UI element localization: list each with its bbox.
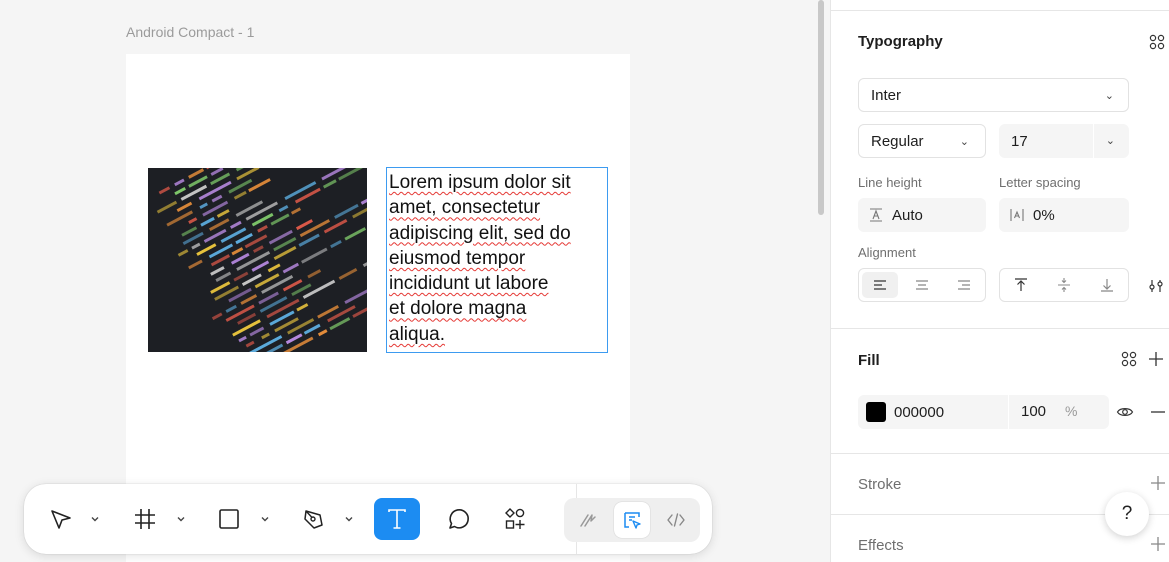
- effects-title: Effects: [858, 537, 904, 554]
- fill-title: Fill: [858, 352, 880, 369]
- type-settings-icon[interactable]: [1145, 275, 1167, 297]
- code-image[interactable]: [148, 168, 367, 352]
- comment-tool-button[interactable]: [442, 498, 476, 540]
- text-line: amet, consectetur: [389, 197, 541, 219]
- font-style-value: Regular: [871, 132, 924, 150]
- align-bottom-icon: [1101, 279, 1113, 292]
- comment-bubble-icon: [449, 509, 469, 529]
- dev-mode-button[interactable]: [658, 502, 694, 538]
- canvas[interactable]: Android Compact - 1 Lorem ipsum dolor si…: [0, 0, 830, 562]
- line-height-icon: [870, 208, 882, 222]
- align-center-button[interactable]: [904, 272, 940, 298]
- align-middle-icon: [1058, 278, 1070, 292]
- code-brackets-icon: [667, 513, 685, 527]
- align-left-button[interactable]: [862, 272, 898, 298]
- letter-spacing-field[interactable]: 0%: [999, 198, 1129, 232]
- line-height-label: Line height: [858, 175, 922, 190]
- eye-visibility-icon[interactable]: [1114, 401, 1136, 423]
- move-tool-button[interactable]: [44, 498, 78, 540]
- font-family-value: Inter: [871, 86, 902, 104]
- text-line: Lorem ipsum dolor sit: [389, 172, 571, 193]
- cursor-icon: [51, 510, 71, 529]
- pen-icon: [304, 510, 323, 529]
- chevron-down-icon: ⌄: [959, 136, 969, 148]
- chevron-down-icon[interactable]: [176, 514, 186, 524]
- design-mode-button[interactable]: [614, 502, 650, 538]
- pen-tool-button[interactable]: [296, 498, 330, 540]
- design-mode-icon: [624, 512, 641, 529]
- selected-text-layer[interactable]: Lorem ipsum dolor sit amet, consectetur …: [386, 167, 608, 353]
- align-center-icon: [916, 280, 928, 290]
- font-size-field[interactable]: 17 ⌄: [999, 124, 1129, 158]
- fill-opacity-value[interactable]: 100: [1021, 403, 1046, 420]
- chevron-down-icon[interactable]: [90, 514, 100, 524]
- add-fill-plus-icon[interactable]: [1145, 348, 1167, 370]
- line-height-value: Auto: [892, 206, 923, 224]
- align-top-icon: [1015, 278, 1027, 291]
- field-divider: [1093, 124, 1094, 158]
- text-line: et dolore magna: [389, 298, 527, 320]
- code-image-graphic: [148, 168, 367, 352]
- align-middle-button[interactable]: [1046, 272, 1082, 298]
- section-divider: [831, 328, 1169, 329]
- horizontal-align-group: [858, 268, 986, 302]
- align-bottom-button[interactable]: [1089, 272, 1125, 298]
- scribble-icon: [580, 514, 596, 527]
- opacity-unit: %: [1065, 403, 1078, 419]
- bottom-toolbar: [24, 484, 712, 554]
- draw-mode-button[interactable]: [570, 502, 606, 538]
- fill-color-field[interactable]: 000000 100 %: [858, 395, 1109, 429]
- actions-tool-button[interactable]: [498, 498, 532, 540]
- align-top-button[interactable]: [1003, 272, 1039, 298]
- shapes-plus-icon: [505, 508, 525, 529]
- vertical-align-group: [999, 268, 1129, 302]
- remove-fill-minus-icon[interactable]: [1147, 401, 1169, 423]
- chevron-down-icon[interactable]: [344, 514, 354, 524]
- shape-tool-button[interactable]: [212, 498, 246, 540]
- canvas-scrollbar[interactable]: [818, 0, 824, 215]
- properties-panel: Typography Inter ⌄ Regular ⌄ 17 ⌄ Line h…: [830, 0, 1169, 562]
- letter-spacing-value: 0%: [1033, 206, 1055, 224]
- letter-spacing-icon: [1010, 209, 1024, 221]
- alignment-label: Alignment: [858, 245, 916, 260]
- chevron-down-icon[interactable]: ⌄: [1106, 134, 1115, 147]
- rectangle-icon: [219, 509, 239, 529]
- frame-hash-icon: [135, 509, 155, 529]
- frame-label[interactable]: Android Compact - 1: [126, 24, 254, 40]
- align-left-icon: [874, 280, 886, 290]
- line-height-field[interactable]: Auto: [858, 198, 986, 232]
- fill-color-swatch[interactable]: [866, 402, 886, 422]
- section-divider: [831, 453, 1169, 454]
- text-line: eiusmod tempor: [389, 247, 526, 269]
- text-tool-button[interactable]: [374, 498, 420, 540]
- styles-grid-icon[interactable]: [1146, 31, 1168, 53]
- fill-hex-value: 000000: [894, 403, 945, 421]
- text-line: aliqua.: [389, 323, 445, 345]
- chevron-down-icon: ⌄: [1104, 90, 1114, 102]
- add-stroke-plus-icon[interactable]: [1147, 472, 1169, 494]
- text-icon: [388, 509, 406, 529]
- text-line: adipiscing elit, sed do: [389, 222, 571, 244]
- font-family-select[interactable]: Inter ⌄: [858, 78, 1129, 112]
- text-line: incididunt ut labore: [389, 273, 549, 295]
- stroke-title: Stroke: [858, 476, 902, 493]
- frame-tool-button[interactable]: [128, 498, 162, 540]
- font-size-value: 17: [1011, 132, 1028, 150]
- mode-toggle-group: [564, 498, 700, 542]
- typography-title: Typography: [858, 33, 943, 50]
- letter-spacing-label: Letter spacing: [999, 175, 1081, 190]
- chevron-down-icon[interactable]: [260, 514, 270, 524]
- field-divider: [1008, 395, 1009, 429]
- align-right-icon: [958, 280, 970, 290]
- section-divider: [831, 10, 1169, 11]
- add-effect-plus-icon[interactable]: [1147, 533, 1169, 555]
- help-button[interactable]: ?: [1105, 492, 1149, 536]
- align-right-button[interactable]: [946, 272, 982, 298]
- fill-styles-icon[interactable]: [1118, 348, 1140, 370]
- font-style-select[interactable]: Regular ⌄: [858, 124, 986, 158]
